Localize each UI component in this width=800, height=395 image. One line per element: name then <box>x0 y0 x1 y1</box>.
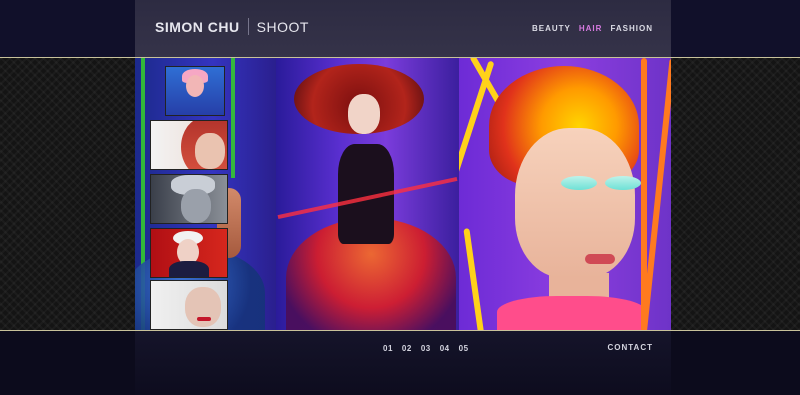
photo-detail <box>463 228 485 330</box>
page-3-link[interactable]: 03 <box>421 344 431 353</box>
thumb-detail <box>185 287 221 327</box>
thumbnail-2[interactable] <box>150 120 228 170</box>
thumb-detail <box>195 133 225 169</box>
site-footer: 01 02 03 04 05 CONTACT <box>135 331 671 395</box>
photo-detail <box>497 296 647 330</box>
thumbnail-3[interactable] <box>150 174 228 224</box>
thumbnail-5[interactable] <box>150 280 228 330</box>
frame-bar <box>231 58 235 178</box>
pagination: 01 02 03 04 05 <box>383 344 469 353</box>
main-nav: BEAUTY HAIR FASHION <box>532 24 653 33</box>
photo-detail <box>348 94 380 134</box>
thumb-detail <box>169 261 209 277</box>
brand: SIMON CHU SHOOT <box>155 18 309 35</box>
contact-link[interactable]: CONTACT <box>607 343 653 352</box>
page-4-link[interactable]: 04 <box>440 344 450 353</box>
thumb-detail <box>197 317 211 321</box>
page-2-link[interactable]: 02 <box>402 344 412 353</box>
page-title: SHOOT <box>256 18 309 35</box>
site-header: SIMON CHU SHOOT BEAUTY HAIR FASHION <box>135 0 671 57</box>
thumbnail-4[interactable] <box>150 228 228 278</box>
photo-detail <box>561 176 597 190</box>
photo-detail <box>515 128 635 278</box>
nav-beauty[interactable]: BEAUTY <box>532 24 571 33</box>
thumb-detail <box>186 75 204 97</box>
page-1-link[interactable]: 01 <box>383 344 393 353</box>
thumb-detail <box>227 121 228 169</box>
gallery-stage <box>0 57 800 331</box>
gallery-photo-3[interactable] <box>459 58 671 330</box>
nav-hair[interactable]: HAIR <box>579 24 603 33</box>
nav-fashion[interactable]: FASHION <box>610 24 653 33</box>
gallery-photo-1[interactable] <box>135 58 276 330</box>
thumb-detail <box>181 189 211 223</box>
thumbnail-1[interactable] <box>165 66 225 116</box>
brand-name[interactable]: SIMON CHU <box>155 19 240 35</box>
photo-detail <box>585 254 615 264</box>
brand-divider <box>247 18 249 35</box>
page-5-link[interactable]: 05 <box>459 344 469 353</box>
photo-detail <box>605 176 641 190</box>
gallery-photo-2[interactable] <box>276 58 459 330</box>
